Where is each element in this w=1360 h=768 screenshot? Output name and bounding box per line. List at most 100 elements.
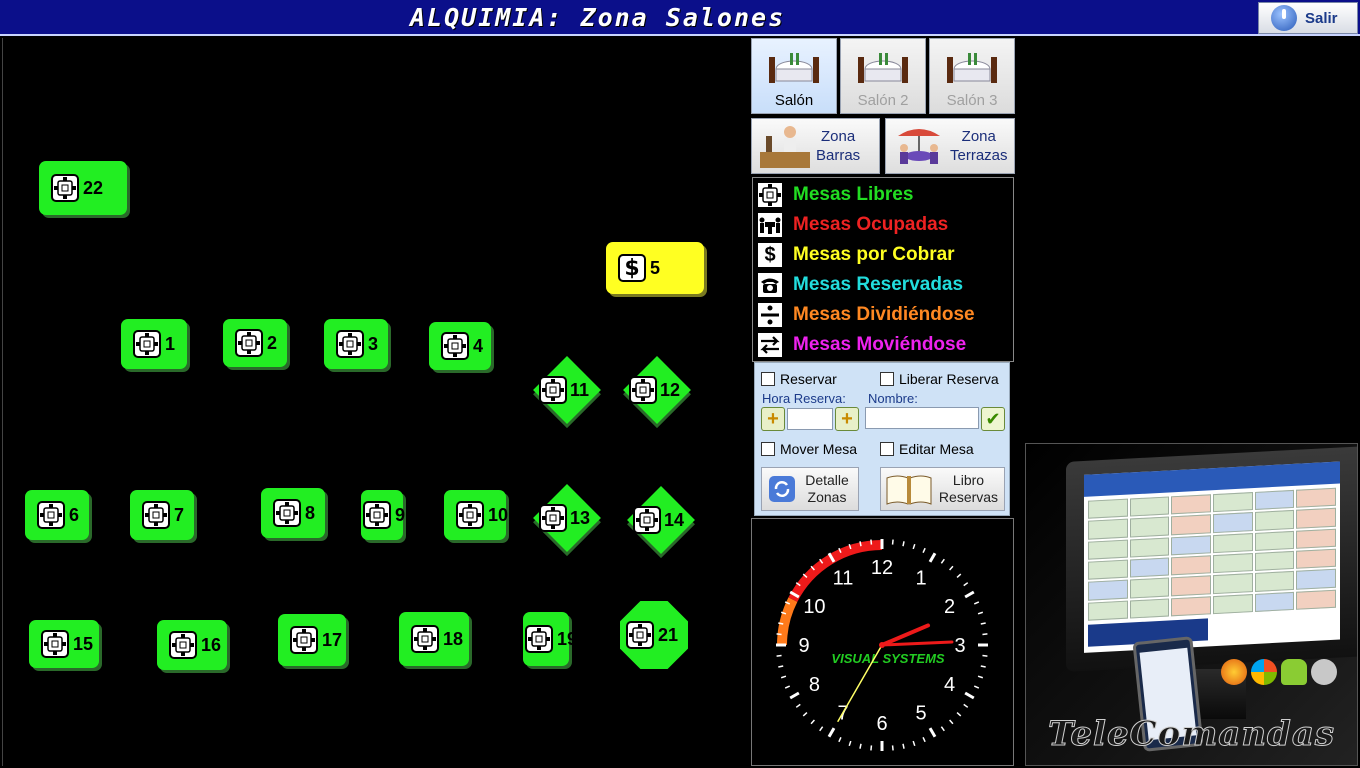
table-12[interactable]: 12 — [623, 356, 695, 428]
legend-reservadas: Mesas Reservadas — [757, 271, 963, 299]
clock-tick — [778, 665, 784, 668]
telecomandas-promo-image: TeleComandas — [1025, 443, 1358, 766]
table-15[interactable]: 15 — [29, 620, 99, 668]
table-4[interactable]: 4 — [429, 322, 491, 370]
libro-reservas-button[interactable]: Libro Reservas — [880, 467, 1005, 511]
reservar-checkbox[interactable]: Reservar — [761, 371, 837, 387]
clock-tick — [940, 726, 945, 732]
legend-moviendose: Mesas Moviéndose — [757, 331, 966, 359]
phone-icon — [757, 272, 783, 298]
salon-1-button[interactable]: Salón — [751, 38, 837, 114]
mover-mesa-label: Mover Mesa — [780, 441, 858, 457]
table-free-icon — [539, 504, 567, 532]
legend-moviendose-label: Mesas Moviéndose — [793, 334, 967, 355]
table-free-icon — [142, 501, 170, 529]
zona-terrazas-button[interactable]: Zona Terrazas — [885, 118, 1015, 174]
dining-table-icon — [769, 53, 819, 83]
table-number: 2 — [267, 332, 278, 353]
table-9[interactable]: 9 — [361, 490, 405, 540]
zona-terrazas-label: Zona Terrazas — [950, 128, 1008, 164]
nombre-label: Nombre: — [868, 391, 918, 406]
table-free-icon — [626, 621, 654, 649]
table-19[interactable]: 19 — [523, 612, 577, 666]
mover-mesa-checkbox[interactable]: Mover Mesa — [761, 441, 857, 457]
book-icon — [886, 475, 932, 505]
table-number: 5 — [650, 257, 661, 278]
legend-dividiendose-label: Mesas Dividiéndose — [793, 304, 975, 325]
clock-number: 5 — [915, 703, 926, 725]
clock-center — [879, 642, 885, 648]
nombre-input[interactable] — [865, 407, 979, 429]
checkmark-icon: ✔ — [985, 408, 1001, 429]
clock-tick — [964, 590, 975, 599]
confirm-reserva-button[interactable]: ✔ — [981, 407, 1005, 431]
table-16[interactable]: 16 — [157, 620, 227, 670]
clock-tick — [956, 573, 962, 578]
salon-3-button[interactable]: Salón 3 — [929, 38, 1015, 114]
table-3[interactable]: 3 — [324, 319, 388, 369]
plus-icon: + — [841, 407, 853, 430]
clock-tick — [980, 665, 986, 668]
reservar-label: Reservar — [780, 371, 837, 387]
terrace-icon — [898, 129, 940, 164]
clock-number: 8 — [809, 674, 820, 696]
table-content: 12 — [629, 376, 680, 404]
clock-tick — [795, 703, 801, 708]
detalle-zonas-button[interactable]: Detalle Zonas — [761, 467, 859, 511]
hora-increase-button[interactable]: + — [835, 407, 859, 431]
legend-dividiendose: Mesas Dividiéndose — [757, 301, 975, 329]
exit-button[interactable]: Salir — [1258, 2, 1358, 34]
window-title: ALQUIMIA: Zona Salones — [410, 3, 786, 32]
clock-tick — [912, 740, 916, 747]
table-13[interactable]: 13 — [533, 484, 605, 556]
table-8[interactable]: 8 — [261, 488, 325, 538]
clock-number: 3 — [954, 635, 965, 657]
table-7[interactable]: 7 — [130, 490, 194, 540]
table-free-icon — [235, 329, 263, 357]
table-10[interactable]: 10 — [444, 490, 508, 540]
plus-icon: + — [767, 407, 779, 430]
table-21[interactable]: 21 — [620, 601, 688, 669]
zona-barras-button[interactable]: Zona Barras — [751, 118, 880, 174]
table-2[interactable]: 2 — [223, 319, 287, 367]
clock-tick — [922, 547, 926, 554]
table-18[interactable]: 18 — [399, 612, 469, 666]
apple-icon — [1311, 659, 1337, 685]
table-content: 11 — [539, 376, 589, 404]
liberar-reserva-checkbox[interactable]: Liberar Reserva — [880, 371, 999, 387]
table-number: 1 — [165, 333, 176, 354]
table-17[interactable]: 17 — [278, 614, 346, 666]
clock-tick — [819, 726, 824, 732]
table-22[interactable]: 22 — [39, 161, 127, 215]
table-free-icon — [539, 376, 567, 404]
table-6[interactable]: 6 — [25, 490, 89, 540]
table-free-icon — [629, 376, 657, 404]
table-5[interactable]: $5 — [606, 242, 704, 294]
clock-number: 11 — [833, 567, 854, 589]
clock-tick — [776, 633, 782, 636]
clock-tick — [928, 552, 937, 563]
table-14[interactable]: 14 — [627, 486, 699, 558]
clock-tick — [776, 654, 782, 657]
clock-tick — [973, 601, 980, 605]
hora-decrease-button[interactable]: + — [761, 407, 785, 431]
hora-reserva-input[interactable] — [787, 408, 833, 430]
windows-icon — [1251, 659, 1277, 685]
clock-tick — [928, 727, 937, 738]
clock-tick — [982, 633, 988, 636]
zona-barras-label: Zona Barras — [816, 128, 861, 164]
table-occupied-icon — [757, 212, 783, 238]
title-bar: ALQUIMIA: Zona Salones Salir — [0, 0, 1360, 36]
table-number: 4 — [473, 335, 484, 356]
move-arrows-icon — [757, 332, 783, 358]
table-number: 17 — [322, 629, 343, 650]
clock-number: 1 — [915, 567, 926, 589]
clock-tick — [784, 685, 791, 689]
editar-mesa-label: Editar Mesa — [899, 441, 974, 457]
salon-2-button[interactable]: Salón 2 — [840, 38, 926, 114]
table-number: 22 — [83, 177, 104, 198]
table-11[interactable]: 11 — [533, 356, 605, 428]
legend-por-cobrar: $ Mesas por Cobrar — [757, 241, 955, 269]
table-1[interactable]: 1 — [121, 319, 187, 369]
editar-mesa-checkbox[interactable]: Editar Mesa — [880, 441, 974, 457]
